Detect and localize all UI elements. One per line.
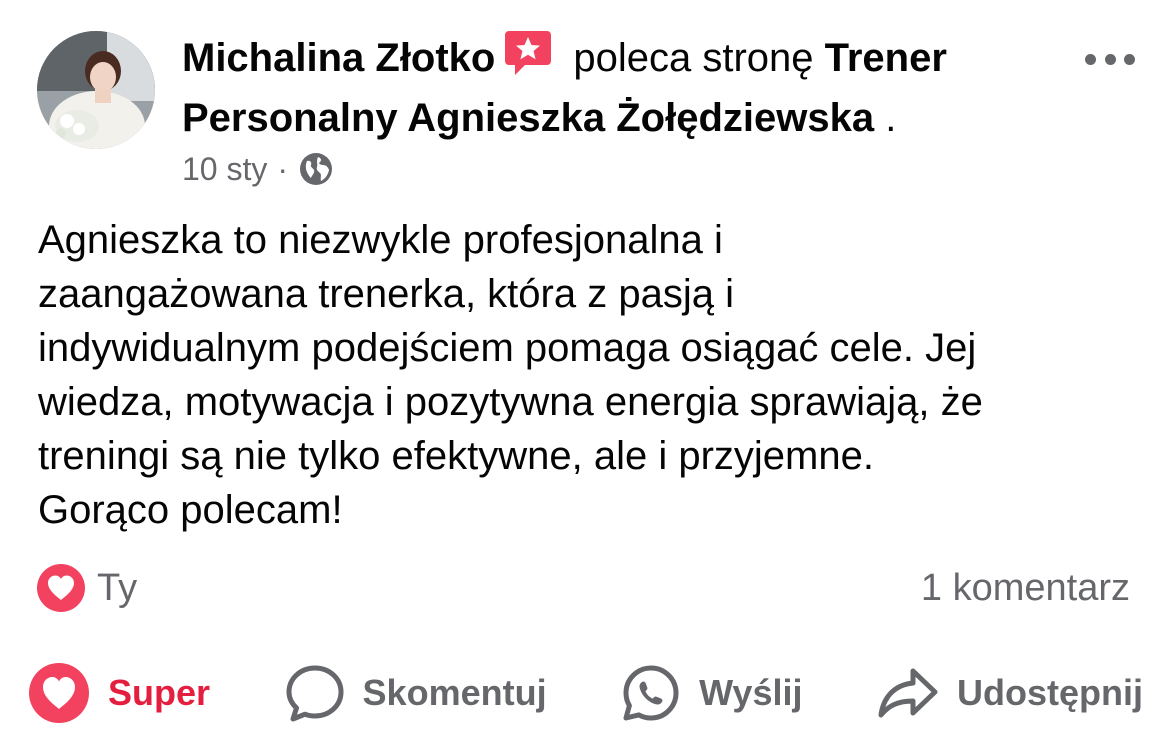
heart-icon bbox=[29, 663, 89, 723]
author-avatar[interactable] bbox=[37, 31, 155, 149]
reactions-label: Ty bbox=[97, 566, 138, 609]
post-header: Michalina Złotko poleca stronę Trener Pe… bbox=[182, 28, 1062, 148]
comment-button[interactable]: Skomentuj bbox=[285, 663, 547, 723]
meta-separator: · bbox=[277, 150, 289, 187]
more-dot bbox=[1124, 53, 1135, 65]
more-options-button[interactable] bbox=[1085, 47, 1135, 71]
action-bar: Super Skomentuj Wyślij Udostępnij bbox=[28, 660, 1143, 726]
recommendation-verb: poleca stronę bbox=[573, 36, 814, 80]
page-name-suffix: . bbox=[874, 96, 897, 140]
more-dot bbox=[1085, 53, 1096, 65]
love-button[interactable]: Super bbox=[28, 662, 210, 724]
share-button[interactable]: Udostępnij bbox=[877, 665, 1143, 721]
author-name[interactable]: Michalina Złotko bbox=[182, 36, 495, 80]
whatsapp-icon bbox=[623, 665, 679, 721]
comments-count-link[interactable]: 1 komentarz bbox=[921, 564, 1130, 612]
reactions-summary[interactable]: Ty bbox=[37, 564, 137, 612]
share-icon bbox=[878, 668, 938, 718]
send-button-label: Wyślij bbox=[699, 672, 803, 713]
post-date[interactable]: 10 sty bbox=[182, 151, 267, 188]
love-button-label: Super bbox=[108, 672, 211, 713]
post-body-text: Agnieszka to niezwykle profesjonalna i z… bbox=[38, 218, 983, 532]
comment-icon bbox=[286, 665, 344, 722]
avatar-photo bbox=[37, 31, 155, 149]
recommendation-icon bbox=[505, 31, 552, 75]
post-meta: 10 sty · bbox=[182, 148, 334, 190]
love-reaction-icon bbox=[37, 564, 85, 612]
comment-button-label: Skomentuj bbox=[362, 672, 547, 713]
more-dot bbox=[1104, 53, 1116, 65]
share-button-label: Udostępnij bbox=[957, 672, 1143, 713]
send-whatsapp-button[interactable]: Wyślij bbox=[621, 663, 802, 723]
globe-icon bbox=[300, 153, 333, 185]
